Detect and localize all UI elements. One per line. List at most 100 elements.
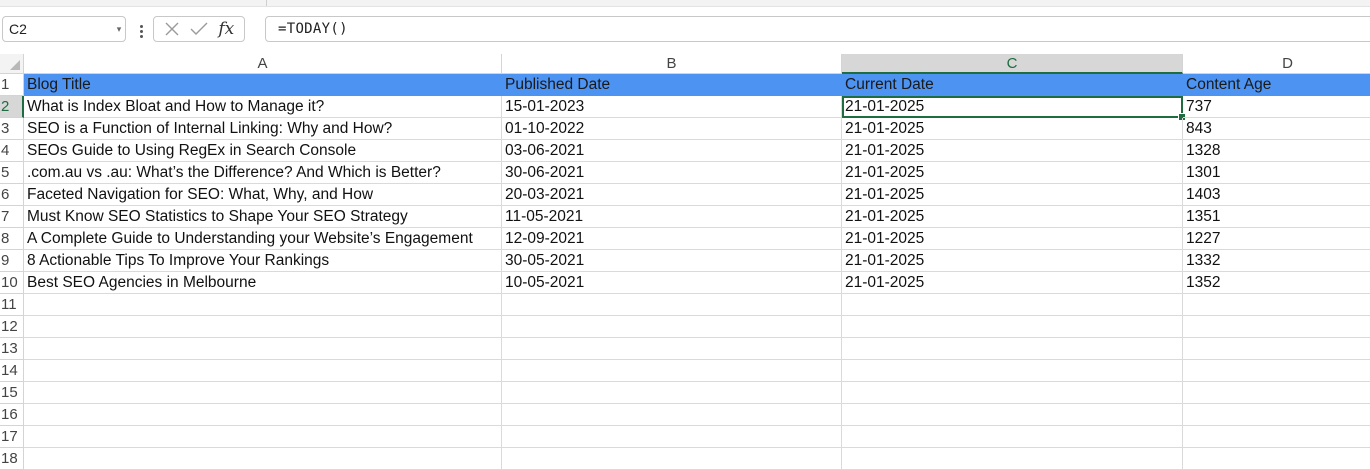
- row-header-18[interactable]: 18: [0, 448, 24, 470]
- cell-c7[interactable]: 21-01-2025: [842, 206, 1183, 228]
- cell-a8[interactable]: A Complete Guide to Understanding your W…: [24, 228, 502, 250]
- cell-a7[interactable]: Must Know SEO Statistics to Shape Your S…: [24, 206, 502, 228]
- cell-c3[interactable]: 21-01-2025: [842, 118, 1183, 140]
- cell-d1[interactable]: Content Age: [1183, 74, 1370, 96]
- cell-d3[interactable]: 843: [1183, 118, 1370, 140]
- row-header-5[interactable]: 5: [0, 162, 24, 184]
- cell-b18[interactable]: [502, 448, 842, 470]
- cell-b10[interactable]: 10-05-2021: [502, 272, 842, 294]
- insert-function-button[interactable]: fx: [215, 19, 237, 39]
- cell-b5[interactable]: 30-06-2021: [502, 162, 842, 184]
- cell-b11[interactable]: [502, 294, 842, 316]
- formula-text[interactable]: =TODAY(): [278, 21, 348, 37]
- cell-b3[interactable]: 01-10-2022: [502, 118, 842, 140]
- cell-d12[interactable]: [1183, 316, 1370, 338]
- cell-d8[interactable]: 1227: [1183, 228, 1370, 250]
- cell-c17[interactable]: [842, 426, 1183, 448]
- cell-c13[interactable]: [842, 338, 1183, 360]
- formula-input[interactable]: =TODAY(): [265, 16, 1370, 42]
- cell-c15[interactable]: [842, 382, 1183, 404]
- cell-a18[interactable]: [24, 448, 502, 470]
- row-header-8[interactable]: 8: [0, 228, 24, 250]
- column-header-a[interactable]: A: [24, 54, 502, 74]
- cell-a15[interactable]: [24, 382, 502, 404]
- cell-c1[interactable]: Current Date: [842, 74, 1183, 96]
- cell-d13[interactable]: [1183, 338, 1370, 360]
- cell-d9[interactable]: 1332: [1183, 250, 1370, 272]
- row-header-1[interactable]: 1: [0, 74, 24, 96]
- column-header-c[interactable]: C: [842, 54, 1183, 74]
- cell-d4[interactable]: 1328: [1183, 140, 1370, 162]
- cell-b16[interactable]: [502, 404, 842, 426]
- cell-b7[interactable]: 11-05-2021: [502, 206, 842, 228]
- cell-a1[interactable]: Blog Title: [24, 74, 502, 96]
- cell-d11[interactable]: [1183, 294, 1370, 316]
- cell-b2[interactable]: 15-01-2023: [502, 96, 842, 118]
- name-box[interactable]: C2 ▾: [2, 16, 126, 42]
- row-header-9[interactable]: 9: [0, 250, 24, 272]
- row-header-16[interactable]: 16: [0, 404, 24, 426]
- row-header-15[interactable]: 15: [0, 382, 24, 404]
- cell-a11[interactable]: [24, 294, 502, 316]
- name-box-value[interactable]: C2: [3, 21, 113, 37]
- cell-a10[interactable]: Best SEO Agencies in Melbourne: [24, 272, 502, 294]
- cell-d5[interactable]: 1301: [1183, 162, 1370, 184]
- row-header-6[interactable]: 6: [0, 184, 24, 206]
- cell-a6[interactable]: Faceted Navigation for SEO: What, Why, a…: [24, 184, 502, 206]
- row-header-7[interactable]: 7: [0, 206, 24, 228]
- cell-b6[interactable]: 20-03-2021: [502, 184, 842, 206]
- cell-b9[interactable]: 30-05-2021: [502, 250, 842, 272]
- cell-b4[interactable]: 03-06-2021: [502, 140, 842, 162]
- cell-c9[interactable]: 21-01-2025: [842, 250, 1183, 272]
- row-header-4[interactable]: 4: [0, 140, 24, 162]
- select-all-corner[interactable]: [0, 54, 24, 74]
- cell-b17[interactable]: [502, 426, 842, 448]
- cell-a16[interactable]: [24, 404, 502, 426]
- cell-b1[interactable]: Published Date: [502, 74, 842, 96]
- row-header-14[interactable]: 14: [0, 360, 24, 382]
- row-header-3[interactable]: 3: [0, 118, 24, 140]
- cell-d15[interactable]: [1183, 382, 1370, 404]
- chevron-down-icon[interactable]: ▾: [113, 24, 125, 35]
- more-options-icon[interactable]: [134, 21, 148, 41]
- cell-d10[interactable]: 1352: [1183, 272, 1370, 294]
- enter-check-icon[interactable]: [188, 19, 210, 39]
- cell-d17[interactable]: [1183, 426, 1370, 448]
- cell-d14[interactable]: [1183, 360, 1370, 382]
- select-all-triangle-icon[interactable]: [10, 60, 20, 70]
- cell-a12[interactable]: [24, 316, 502, 338]
- cancel-icon[interactable]: [161, 19, 183, 39]
- cell-c11[interactable]: [842, 294, 1183, 316]
- cell-b12[interactable]: [502, 316, 842, 338]
- cell-d18[interactable]: [1183, 448, 1370, 470]
- cell-d2[interactable]: 737: [1183, 96, 1370, 118]
- column-header-d[interactable]: D: [1183, 54, 1370, 74]
- row-header-13[interactable]: 13: [0, 338, 24, 360]
- cell-d16[interactable]: [1183, 404, 1370, 426]
- cell-a3[interactable]: SEO is a Function of Internal Linking: W…: [24, 118, 502, 140]
- row-header-11[interactable]: 11: [0, 294, 24, 316]
- row-header-17[interactable]: 17: [0, 426, 24, 448]
- cell-c18[interactable]: [842, 448, 1183, 470]
- cell-a17[interactable]: [24, 426, 502, 448]
- cell-c2[interactable]: 21-01-2025: [842, 96, 1183, 118]
- cell-c4[interactable]: 21-01-2025: [842, 140, 1183, 162]
- row-header-10[interactable]: 10: [0, 272, 24, 294]
- row-header-2[interactable]: 2: [0, 96, 24, 118]
- cell-a13[interactable]: [24, 338, 502, 360]
- cell-c8[interactable]: 21-01-2025: [842, 228, 1183, 250]
- cell-a4[interactable]: SEOs Guide to Using RegEx in Search Cons…: [24, 140, 502, 162]
- cell-c16[interactable]: [842, 404, 1183, 426]
- column-header-b[interactable]: B: [502, 54, 842, 74]
- cell-a2[interactable]: What is Index Bloat and How to Manage it…: [24, 96, 502, 118]
- cell-c10[interactable]: 21-01-2025: [842, 272, 1183, 294]
- cell-d6[interactable]: 1403: [1183, 184, 1370, 206]
- cell-c14[interactable]: [842, 360, 1183, 382]
- cell-c12[interactable]: [842, 316, 1183, 338]
- cell-a9[interactable]: 8 Actionable Tips To Improve Your Rankin…: [24, 250, 502, 272]
- cell-a5[interactable]: .com.au vs .au: What’s the Difference? A…: [24, 162, 502, 184]
- cell-b8[interactable]: 12-09-2021: [502, 228, 842, 250]
- cell-c5[interactable]: 21-01-2025: [842, 162, 1183, 184]
- cell-b13[interactable]: [502, 338, 842, 360]
- cell-c6[interactable]: 21-01-2025: [842, 184, 1183, 206]
